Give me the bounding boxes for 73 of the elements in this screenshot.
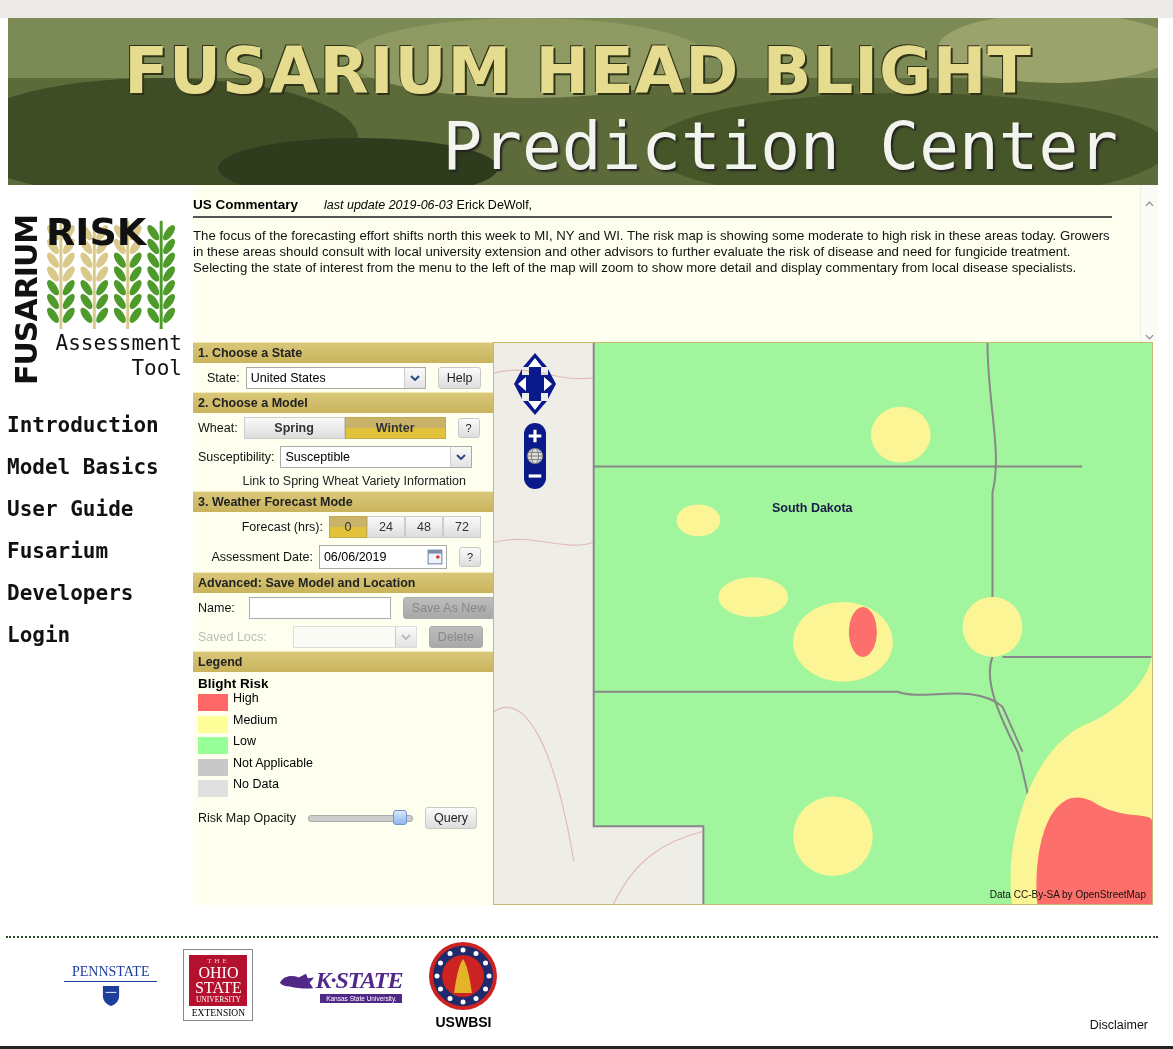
wheat-type-toggle[interactable]: Winter: [344, 417, 446, 439]
logo-text: Assessment: [55, 331, 182, 356]
organization-logo-text: USWBSI: [435, 1013, 492, 1030]
banner-subtitle: Prediction Center: [442, 112, 1118, 182]
banner-title: FUSARIUM HEAD BLIGHT: [124, 33, 1032, 110]
query-button[interactable]: Query: [424, 806, 477, 829]
wheat-type-toggle[interactable]: Spring: [243, 417, 345, 439]
forecast-hours-toggle[interactable]: 0: [329, 516, 367, 538]
commentary-text: The focus of the forecasting effort shifts north this week to MI, NY and WI. The risk map is showing some moderate to high risk in these areas today. Growers in these areas should consult with local university extension and other advisors to further evaluate the risk of disease and need for fungicide treatment. Selecting the state of interest from the menu to the left of the map will zoom to show more detail and display commentary from local disease specialists.: [193, 228, 1111, 276]
wheat-emblem-icon: [428, 940, 499, 1011]
scroll-up-icon[interactable]: [1145, 201, 1154, 207]
help-button[interactable]: Help: [437, 367, 482, 389]
author-name: Erick DeWolf,: [456, 198, 533, 212]
help-button[interactable]: ?: [458, 547, 481, 567]
nav-link[interactable]: User Guide: [7, 495, 134, 523]
chevron-down-icon: [400, 634, 411, 640]
field-label: Saved Locs:: [198, 630, 267, 644]
chevron-down-icon: [409, 375, 420, 381]
nav-link[interactable]: Model Basics: [7, 453, 159, 481]
commentary-title: US Commentary: [193, 197, 299, 212]
pan-arrows-icon[interactable]: [514, 353, 556, 415]
forecast-hours-toggle[interactable]: 48: [405, 516, 443, 538]
logo-text: OHIO: [198, 965, 239, 980]
section-heading: 2. Choose a Model: [193, 392, 493, 413]
nav-link[interactable]: Introduction: [7, 411, 159, 439]
last-update-date: last update 2019-06-03: [324, 198, 453, 212]
scroll-down-icon[interactable]: [1145, 334, 1154, 340]
shield-icon: [101, 984, 120, 1007]
field-label: State:: [207, 371, 240, 385]
section-heading: Advanced: Save Model and Location: [193, 572, 493, 593]
nav-link[interactable]: Login: [7, 621, 71, 649]
field-label: Susceptibility:: [198, 450, 275, 464]
section-heading: 1. Choose a State: [193, 342, 493, 363]
chevron-down-icon: [456, 454, 467, 460]
name-input-field[interactable]: [248, 597, 391, 619]
date-field[interactable]: 06/06/2019: [318, 545, 447, 569]
susceptibility-dropdown[interactable]: Susceptible: [280, 446, 473, 468]
scrollbar[interactable]: [1140, 185, 1158, 342]
legend-label: Not Applicable: [233, 755, 313, 770]
field-label: Name:: [198, 601, 235, 615]
variety-info-link[interactable]: Link to Spring Wheat Variety Information: [242, 474, 466, 488]
logo-text: EXTENSION: [191, 1008, 246, 1018]
logo-risk-text: RISK: [46, 210, 147, 254]
map-region-label: South Dakota: [772, 501, 853, 515]
forecast-hours-toggle[interactable]: 24: [367, 516, 405, 538]
field-label: Forecast (hrs):: [241, 520, 323, 534]
slider-thumb[interactable]: [393, 809, 408, 825]
legend-label: Low: [233, 734, 256, 748]
map-attribution: Data CC-By-SA by OpenStreetMap: [989, 889, 1146, 900]
logo-text: STATE: [195, 980, 242, 995]
legend-label: High: [233, 691, 259, 705]
field-label: Wheat:: [198, 421, 238, 435]
state-dropdown[interactable]: United States: [245, 367, 426, 389]
university-logo-text: PENNSTATE: [64, 963, 158, 982]
globe-icon[interactable]: [526, 447, 544, 465]
section-heading: Legend: [193, 651, 493, 672]
forecast-hours-toggle[interactable]: 72: [443, 516, 481, 538]
university-logo-text: K·STATE: [315, 967, 403, 994]
help-button[interactable]: ?: [457, 418, 480, 438]
legend-title: Blight Risk: [198, 676, 270, 691]
disclaimer-link[interactable]: Disclaimer: [1089, 1018, 1148, 1032]
legend-label: No Data: [233, 777, 279, 791]
nav-link[interactable]: Developers: [7, 579, 134, 607]
section-heading: 3. Weather Forecast Mode: [193, 491, 493, 512]
opacity-slider[interactable]: [307, 809, 413, 826]
legend-label: Medium: [233, 712, 278, 727]
field-label: Assessment Date:: [211, 550, 313, 564]
zoom-in-icon[interactable]: [526, 427, 544, 445]
logo-text: Tool: [131, 356, 182, 381]
calendar-icon: [426, 549, 443, 565]
logo-vertical-text: FUSARIUM: [12, 213, 42, 385]
nav-link[interactable]: Fusarium: [7, 537, 109, 565]
field-label: Risk Map Opacity: [198, 810, 296, 825]
